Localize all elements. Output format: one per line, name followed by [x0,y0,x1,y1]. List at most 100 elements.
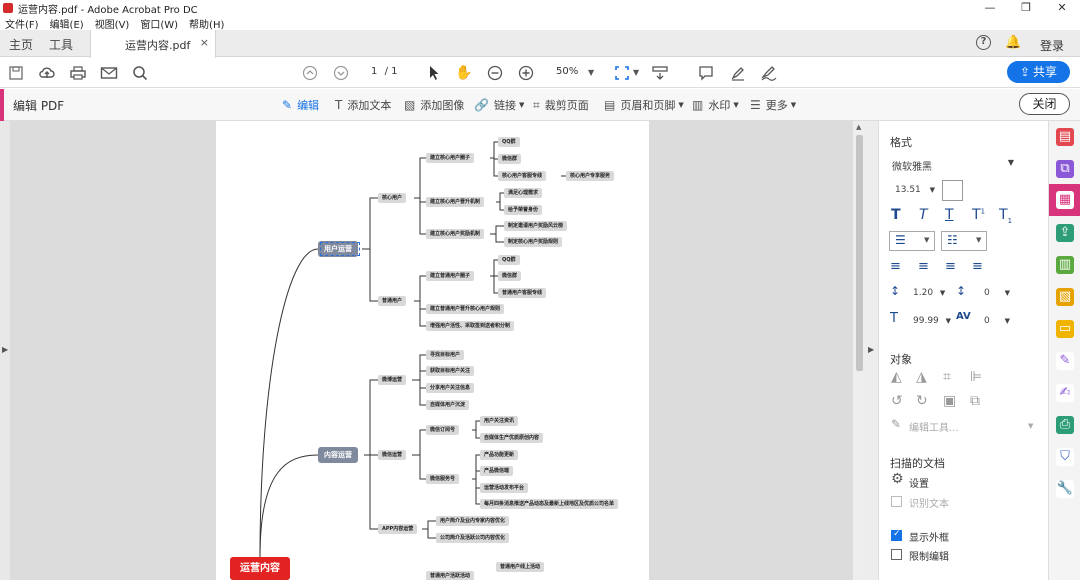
vertical-scrollbar[interactable]: ▲ [852,121,866,580]
menu-file[interactable]: 文件(F) [5,16,39,31]
node-svc-3[interactable]: 运营活动发布平台 [480,483,529,493]
align-objects-icon[interactable]: ⊫ [970,369,982,385]
node-core-reward[interactable]: 建立核心用户奖励机制 [426,229,485,239]
close-tab-icon[interactable]: × [200,36,209,49]
scrollbar-thumb[interactable] [856,135,863,371]
crop-object-icon[interactable]: ⌗ [943,369,951,385]
node-weibo-3[interactable]: 分享用户关注信息 [426,383,475,393]
node-normal-users[interactable]: 普通用户 [378,296,407,306]
sign-icon[interactable] [760,64,778,82]
comment-tool-icon[interactable]: ▭ [1056,320,1074,338]
node-root[interactable]: 运营内容 [230,557,290,580]
close-window-button[interactable]: ✕ [1044,0,1080,16]
node-sub-1[interactable]: 用户关注资讯 [480,416,519,426]
node-core-circle[interactable]: 建立核心用户圈子 [426,153,475,163]
node-reward-rules[interactable]: 制定核心用户奖励规则 [504,237,563,247]
numbered-list-select[interactable]: ☷ ▼ [941,231,987,251]
font-size-select[interactable]: 13.51 ▼ [895,185,935,195]
fill-sign-icon[interactable]: ✎ [1056,352,1074,370]
superscript-icon[interactable]: T1 [972,207,985,223]
italic-icon[interactable]: T [919,207,928,223]
node-core-users[interactable]: 核心用户 [378,193,407,203]
flip-horizontal-icon[interactable]: ◮ [916,369,927,385]
edit-pdf-tool-icon[interactable]: ▦ [1056,191,1074,209]
font-family-select[interactable]: 微软雅黑 ▼ [892,158,1014,173]
pdf-page[interactable]: 用户运营 核心用户 建立核心用户圈子 QQ群 微信群 核心用户客服专线 核心用户… [216,121,649,580]
node-app-content[interactable]: APP内容运营 [378,524,418,534]
highlight-pen-icon[interactable] [729,64,747,82]
upload-cloud-icon[interactable] [38,64,56,82]
left-panel-toggle[interactable]: ▶ [0,121,10,580]
recognize-text-checkbox[interactable] [891,496,902,507]
node-app-2[interactable]: 公司简介及活跃公司内容优化 [436,533,510,543]
node-svc-2[interactable]: 产品微信端 [480,466,514,476]
node-content-operations[interactable]: 内容运营 [318,447,358,463]
login-link[interactable]: 登录 [1040,37,1064,54]
node-weibo-ops[interactable]: 微博运营 [378,375,407,385]
link-button[interactable]: 🔗 链接 ▼ [474,97,524,113]
node-sub-2[interactable]: 自媒体生产优质原创内容 [480,433,544,443]
node-wechat-ops[interactable]: 微信运营 [378,450,407,460]
arrange-icon[interactable]: ⧉ [970,393,980,409]
node-need[interactable]: 满足心理需求 [504,188,543,198]
tab-home[interactable]: 主页 [9,36,33,53]
edit-with-tool-select[interactable]: 编辑工具... [909,419,959,434]
print-icon[interactable] [69,64,87,82]
rotate-right-icon[interactable]: ↻ [916,393,928,409]
zoom-in-icon[interactable] [517,64,535,82]
select-cursor-icon[interactable] [425,64,443,82]
node-bottom-2[interactable]: 普通用户线上活动 [496,562,545,572]
node-qq-group-1[interactable]: QQ群 [498,137,520,147]
justify-icon[interactable]: ≡ [972,259,983,274]
node-core-exclusive[interactable]: 核心用户专享服务 [566,171,615,181]
restrict-editing-checkbox[interactable] [891,549,902,560]
add-text-button[interactable]: T 添加文本 [335,97,391,113]
character-spacing-select[interactable]: 0 ▼ [984,316,1010,326]
flip-vertical-icon[interactable]: ◭ [891,369,902,385]
edit-tool-dropdown-icon[interactable]: ▼ [1028,422,1033,430]
create-pdf-icon[interactable]: ▤ [1056,128,1074,146]
right-panel-toggle[interactable]: ▶ [866,121,878,580]
email-icon[interactable] [100,64,118,82]
fit-dropdown-icon[interactable]: ▼ [633,68,639,77]
next-page-icon[interactable] [332,64,350,82]
align-center-icon[interactable]: ≡ [918,259,929,274]
bullet-list-select[interactable]: ☰ ▼ [889,231,935,251]
paragraph-spacing-select[interactable]: 0 ▼ [984,288,1010,298]
menu-edit[interactable]: 编辑(E) [50,16,84,31]
hand-tool-icon[interactable]: ✋ [455,64,473,82]
search-icon[interactable] [131,64,149,82]
node-wechat-group-1[interactable]: 微信群 [498,154,522,164]
combine-files-icon[interactable]: ⧉ [1056,160,1074,178]
comment-icon[interactable] [697,64,715,82]
scroll-mode-icon[interactable] [651,64,669,82]
tab-tools[interactable]: 工具 [49,36,73,53]
node-normal-rule[interactable]: 建立普通用户晋升核心用户规则 [426,304,505,314]
close-edit-button[interactable]: 关闭 [1019,93,1070,115]
more-button[interactable]: ☰ 更多 ▼ [750,97,796,113]
header-footer-button[interactable]: ▤ 页眉和页脚 ▼ [604,97,684,113]
bold-icon[interactable]: T [891,207,901,223]
zoom-out-icon[interactable] [486,64,504,82]
replace-image-icon[interactable]: ▣ [943,393,956,409]
fit-page-icon[interactable] [613,64,631,82]
tab-document[interactable]: 运营内容.pdf × [90,30,216,58]
node-svc-1[interactable]: 产品功能更新 [480,450,519,460]
send-for-signature-icon[interactable]: ✍ [1056,384,1074,402]
node-wechat-group-2[interactable]: 微信群 [498,271,522,281]
notification-bell-icon[interactable]: 🔔 [1005,35,1021,50]
share-button[interactable]: ⇪ 共享 [1007,61,1070,83]
subscript-icon[interactable]: T1 [999,207,1012,225]
menu-help[interactable]: 帮助(H) [189,16,224,31]
help-icon[interactable]: ? [976,35,991,50]
node-weibo-1[interactable]: 寻找目标用户 [426,350,465,360]
zoom-level-field[interactable]: 50% [556,66,578,77]
menu-view[interactable]: 视图(V) [95,16,130,31]
save-icon[interactable] [7,64,25,82]
print-production-icon[interactable]: ⎙ [1056,416,1074,434]
protect-shield-icon[interactable]: ⛉ [1056,448,1074,466]
crop-page-button[interactable]: ⌗ 裁剪页面 [533,97,589,113]
horizontal-scale-select[interactable]: 99.99 ▼ [913,316,951,326]
show-bounding-box-checkbox[interactable] [891,529,902,541]
scroll-up-icon[interactable]: ▲ [856,123,861,131]
